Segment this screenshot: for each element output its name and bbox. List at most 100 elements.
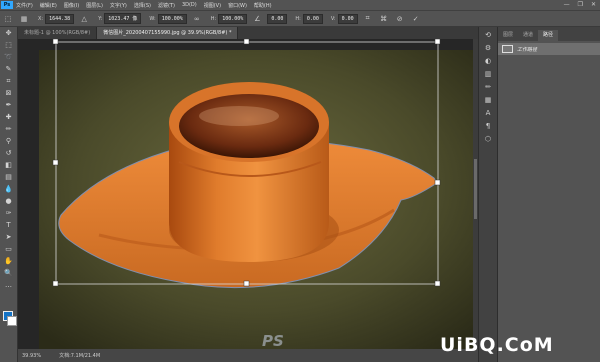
site-watermark: UiBQ.CoM (440, 334, 554, 356)
menu-item-help[interactable]: 帮助(H) (254, 2, 272, 9)
tab-untitled-1[interactable]: 未标题-1 @ 100%(RGB/8#) (18, 27, 98, 39)
ps-watermark: PS (262, 332, 284, 350)
transform-tool-icon: ⬚ (4, 14, 12, 23)
x-position-field[interactable]: 1644.38 (45, 13, 75, 24)
move-tool-icon[interactable]: ✥ (3, 28, 15, 38)
w-label: W: (149, 15, 156, 22)
character-panel-icon[interactable]: A (482, 108, 494, 118)
blur-tool-icon[interactable]: 💧 (3, 184, 15, 194)
history-brush-tool-icon[interactable]: ↺ (3, 148, 15, 158)
tab-paths[interactable]: 路径 (538, 30, 559, 41)
background-color-swatch[interactable] (7, 316, 17, 326)
dodge-tool-icon[interactable]: ● (3, 196, 15, 206)
path-selection-tool-icon[interactable]: ➤ (3, 232, 15, 242)
width-field[interactable]: 100.00% (157, 13, 187, 24)
h-label: H: (210, 15, 217, 22)
photoshop-logo: Ps (1, 1, 13, 9)
crop-tool-icon[interactable]: ⌗ (3, 76, 15, 86)
menu-item-select[interactable]: 选择(S) (134, 2, 151, 9)
document-tab-bar: 未标题-1 @ 100%(RGB/8#) 微信图片_20200407155990… (18, 27, 478, 39)
restore-button[interactable]: ❐ (578, 1, 583, 8)
window-controls: — ❐ ✕ (564, 1, 596, 8)
transform-handle-bottom[interactable] (243, 280, 250, 287)
document-size: 文档:7.1M/21.4M (59, 353, 101, 359)
transform-handle-br[interactable] (434, 280, 441, 287)
adjustments-panel-icon[interactable]: ◐ (482, 56, 494, 66)
menu-item-window[interactable]: 窗口(W) (228, 2, 247, 9)
zoom-tool-icon[interactable]: 🔍 (3, 268, 15, 278)
menu-item-type[interactable]: 文字(Y) (110, 2, 127, 9)
right-panel: 图层 通道 路径 工作路径 (498, 27, 600, 362)
x-label: X: (38, 15, 44, 22)
swatches-panel-icon[interactable]: ▦ (482, 95, 494, 105)
y-label: Y: (98, 15, 103, 22)
quick-select-tool-icon[interactable]: ✎ (3, 64, 15, 74)
link-icon[interactable]: ∞ (193, 15, 201, 23)
paragraph-panel-icon[interactable]: ¶ (482, 121, 494, 131)
reference-point-icon[interactable]: ▦ (20, 15, 28, 23)
height-field[interactable]: 100.00% (218, 13, 248, 24)
horizontal-skew-field[interactable]: 0.00 (302, 13, 323, 24)
options-bar: ⬚ ▦ X: 1644.38 △ Y: 1023.47 像 W: 100.00%… (0, 10, 600, 27)
vertical-skew-field[interactable]: 0.00 (337, 13, 358, 24)
rectangle-tool-icon[interactable]: ▭ (3, 244, 15, 254)
marquee-tool-icon[interactable]: ⬚ (3, 40, 15, 50)
rotation-field[interactable]: 0.00 (267, 13, 288, 24)
menu-item-file[interactable]: 文件(F) (16, 2, 33, 9)
cancel-transform-icon[interactable]: ⊘ (396, 15, 404, 23)
y-position-field[interactable]: 1023.47 像 (104, 13, 142, 24)
frame-tool-icon[interactable]: ⊠ (3, 88, 15, 98)
eyedropper-tool-icon[interactable]: ✒ (3, 100, 15, 110)
relative-position-icon[interactable]: △ (80, 15, 88, 23)
eraser-tool-icon[interactable]: ◧ (3, 160, 15, 170)
brush-tool-icon[interactable]: ✏ (3, 124, 15, 134)
zoom-level[interactable]: 39.93% (22, 353, 41, 359)
transform-handle-tr[interactable] (434, 39, 441, 45)
properties-panel-icon[interactable]: ⚙ (482, 43, 494, 53)
hand-tool-icon[interactable]: ✋ (3, 256, 15, 266)
tab-layers[interactable]: 图层 (498, 30, 518, 41)
menu-item-view[interactable]: 视图(V) (204, 2, 221, 9)
vskew-label: V: (330, 15, 336, 22)
history-panel-icon[interactable]: ⟲ (482, 30, 494, 40)
transform-handle-right[interactable] (434, 179, 441, 186)
commit-transform-icon[interactable]: ✓ (412, 15, 420, 23)
menu-item-edit[interactable]: 编辑(E) (40, 2, 57, 9)
tab-channels[interactable]: 通道 (518, 30, 538, 41)
brush-panel-icon[interactable]: ✏ (482, 82, 494, 92)
libraries-panel-icon[interactable]: ▥ (482, 69, 494, 79)
path-row-work-path[interactable]: 工作路径 (498, 43, 600, 55)
healing-brush-tool-icon[interactable]: ✚ (3, 112, 15, 122)
pen-tool-icon[interactable]: ✑ (3, 208, 15, 218)
minimize-button[interactable]: — (564, 1, 570, 8)
rotate-icon: ∠ (254, 14, 261, 23)
menu-item-filter[interactable]: 滤镜(T) (158, 2, 175, 9)
hskew-label: H: (295, 15, 301, 22)
scrollbar-thumb[interactable] (474, 159, 477, 219)
warp-icon[interactable]: ⌘ (380, 15, 388, 23)
clone-stamp-tool-icon[interactable]: ⚲ (3, 136, 15, 146)
menu-bar: Ps 文件(F) 编辑(E) 图像(I) 图层(L) 文字(Y) 选择(S) 滤… (0, 0, 600, 10)
type-tool-icon[interactable]: T (3, 220, 15, 230)
transform-handle-bl[interactable] (52, 280, 59, 287)
transform-handle-top[interactable] (243, 39, 250, 45)
status-bar: 39.93% 文档:7.1M/21.4M (18, 349, 478, 362)
menu-item-3d[interactable]: 3D(D) (182, 2, 197, 8)
edit-toolbar-icon[interactable]: … (3, 280, 15, 290)
menu-item-image[interactable]: 图像(I) (64, 2, 79, 9)
path-thumbnail (502, 45, 513, 53)
transform-handle-left[interactable] (52, 159, 59, 166)
tools-panel: ✥ ⬚ ➰ ✎ ⌗ ⊠ ✒ ✚ ✏ ⚲ ↺ ◧ ▤ 💧 ● ✑ T ➤ ▭ ✋ … (0, 27, 18, 362)
panel-tabs: 图层 通道 路径 (498, 27, 600, 41)
transform-bounding-box (52, 39, 441, 287)
close-window-button[interactable]: ✕ (591, 1, 596, 8)
tab-wechat-image[interactable]: 微信图片_20200407155990.jpg @ 39.9%(RGB/8#) … (97, 27, 239, 39)
gradient-tool-icon[interactable]: ▤ (3, 172, 15, 182)
3d-panel-icon[interactable]: ⬡ (482, 134, 494, 144)
transform-handle-tl[interactable] (52, 39, 59, 45)
lasso-tool-icon[interactable]: ➰ (3, 52, 15, 62)
menu-item-layer[interactable]: 图层(L) (86, 2, 103, 9)
interpolation-icon[interactable]: ⌗ (364, 14, 372, 23)
canvas-area[interactable] (18, 39, 473, 349)
path-name: 工作路径 (517, 46, 538, 53)
